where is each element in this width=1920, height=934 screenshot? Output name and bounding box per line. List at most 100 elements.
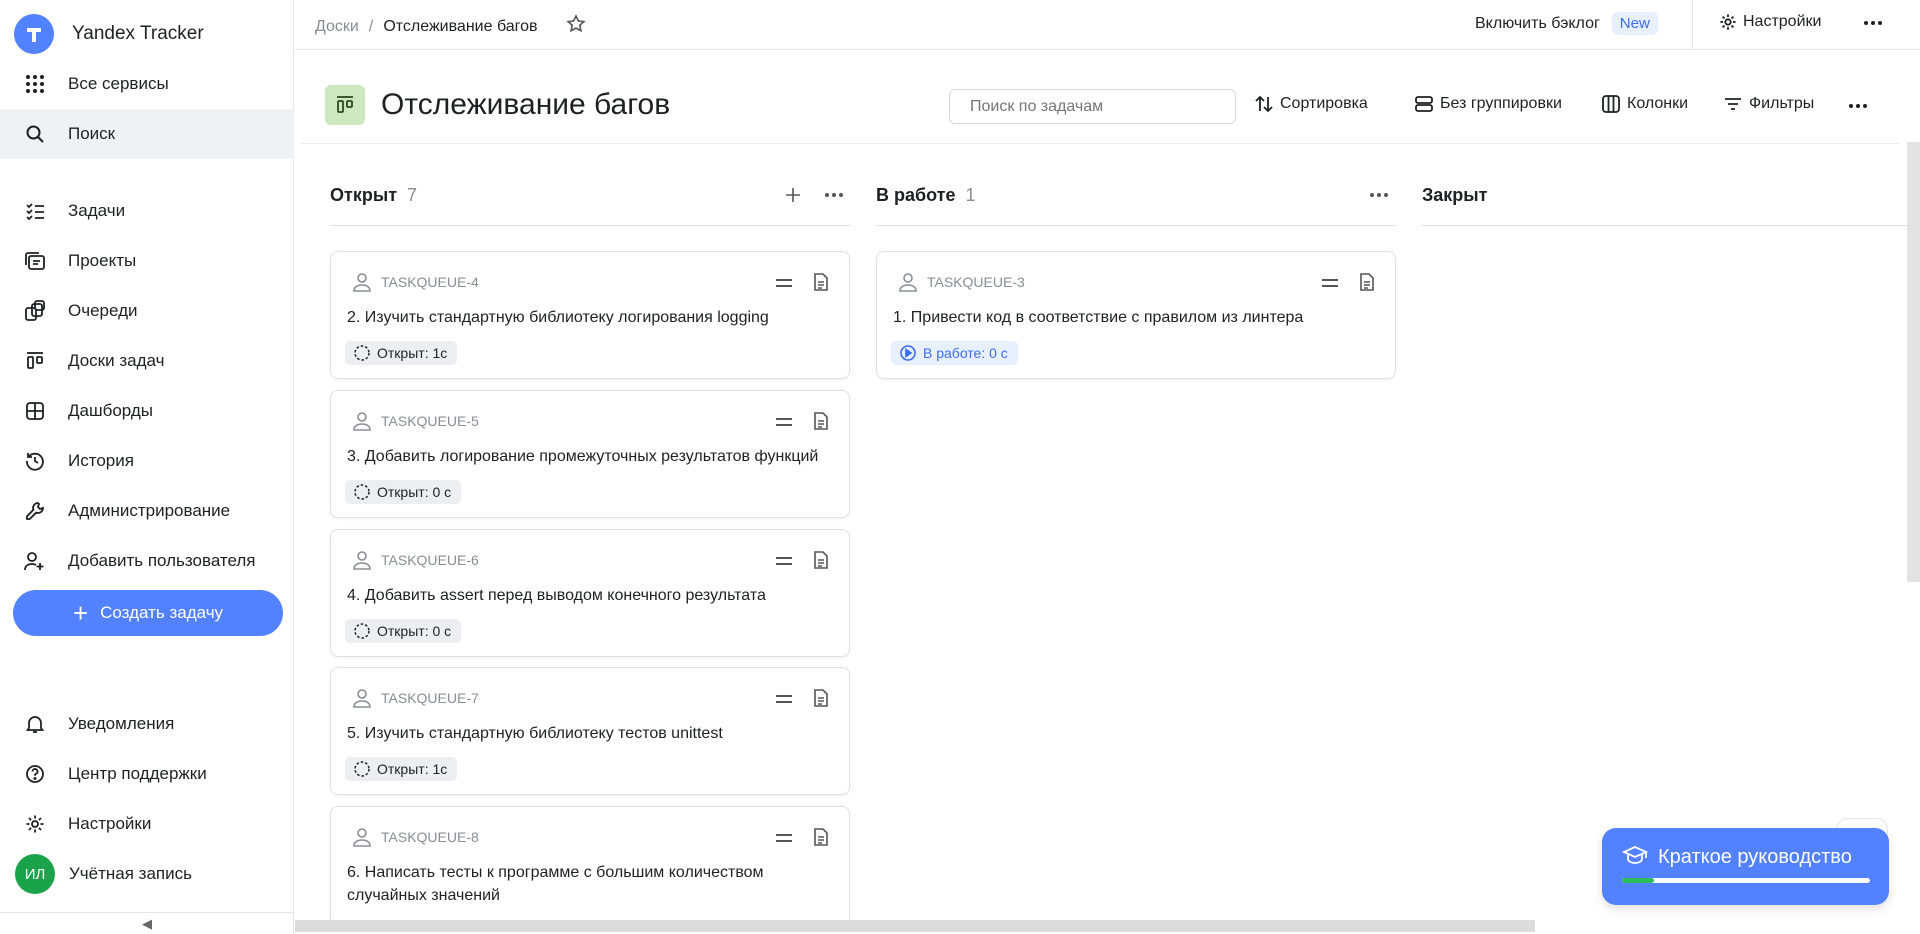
priority-icon: [775, 692, 793, 710]
breadcrumb-current: Отслеживание багов: [383, 17, 538, 35]
column-menu-button[interactable]: [1369, 186, 1389, 209]
grid-icon: [22, 71, 48, 97]
status-label: В работе: 0 с: [923, 345, 1008, 361]
help-icon: [22, 761, 48, 787]
column-count: 7: [407, 185, 418, 205]
collapse-sidebar-button[interactable]: ◀: [0, 912, 294, 934]
assignee-icon[interactable]: [897, 271, 919, 298]
assignee-icon[interactable]: [351, 549, 373, 576]
add-task-button[interactable]: [784, 186, 802, 209]
plus-icon: +: [72, 598, 89, 628]
page-title: Отслеживание багов: [381, 88, 671, 121]
columns-button[interactable]: Колонки: [1601, 94, 1688, 114]
sidebar-item-queues[interactable]: Очереди: [0, 286, 294, 336]
task-key[interactable]: TASKQUEUE-3: [927, 274, 1025, 290]
assignee-icon[interactable]: [351, 410, 373, 437]
breadcrumb-root[interactable]: Доски: [315, 18, 359, 36]
sidebar-item-admin[interactable]: Администрирование: [0, 486, 294, 536]
task-search-input[interactable]: [949, 89, 1236, 124]
create-task-label: Создать задачу: [100, 603, 224, 622]
task-title: 4. Добавить assert перед выводом конечно…: [347, 587, 766, 604]
sidebar-item-label: История: [68, 451, 134, 470]
priority-icon: [1321, 276, 1339, 294]
enable-backlog-button[interactable]: Включить бэклог New: [1475, 12, 1658, 35]
grouping-label: Без группировки: [1440, 95, 1562, 112]
status-label: Открыт: 1с: [377, 345, 448, 361]
status-badge: Открыт: 0 с: [345, 480, 462, 504]
task-card[interactable]: TASKQUEUE-7 5. Изучить стандартную библи…: [330, 667, 850, 795]
star-icon[interactable]: [565, 14, 586, 39]
backlog-label: Включить бэклог: [1475, 14, 1600, 32]
status-badge: Открыт: 0 с: [345, 619, 462, 643]
sidebar-item-tasks[interactable]: Задачи: [0, 186, 294, 236]
sidebar-item-settings[interactable]: Настройки: [0, 799, 294, 849]
sort-button[interactable]: Сортировка: [1254, 94, 1368, 114]
open-status-icon: [353, 344, 371, 362]
assignee-icon[interactable]: [351, 687, 373, 714]
graduation-cap-icon: [1621, 844, 1649, 873]
task-card[interactable]: TASKQUEUE-4 2. Изучить стандартную библи…: [330, 251, 850, 379]
sidebar-item-support[interactable]: Центр поддержки: [0, 749, 294, 799]
sidebar-item-label: Поиск: [68, 124, 116, 143]
sidebar-item-boards[interactable]: Доски задач: [0, 336, 294, 386]
history-icon: [22, 448, 48, 474]
task-title: 2. Изучить стандартную библиотеку логиро…: [347, 309, 769, 326]
collapse-arrow-icon: ◀: [142, 915, 152, 931]
task-key[interactable]: TASKQUEUE-8: [381, 829, 479, 845]
status-label: Открыт: 0 с: [377, 623, 452, 639]
sidebar-item-all-services[interactable]: Все сервисы: [0, 59, 294, 109]
columns-icon: [1602, 95, 1620, 113]
column-header-open: Открыт 7: [330, 185, 417, 206]
task-card[interactable]: TASKQUEUE-3 1. Привести код в соответств…: [876, 251, 1396, 379]
task-title: 1. Привести код в соответствие с правило…: [893, 309, 1304, 326]
settings-label: Настройки: [1743, 13, 1822, 30]
document-icon: [1359, 272, 1375, 297]
search-icon: [22, 121, 48, 147]
brand[interactable]: Yandex Tracker: [14, 14, 204, 54]
board-settings-button[interactable]: Настройки: [1719, 13, 1821, 31]
add-user-icon: [22, 548, 48, 574]
task-card[interactable]: TASKQUEUE-8 6. Написать тесты к программ…: [330, 806, 850, 920]
sidebar-item-projects[interactable]: Проекты: [0, 236, 294, 286]
assignee-icon[interactable]: [351, 826, 373, 853]
bell-icon: [22, 711, 48, 737]
more-menu-button[interactable]: [1863, 13, 1883, 38]
sort-label: Сортировка: [1280, 95, 1368, 112]
board-more-button[interactable]: [1848, 96, 1874, 116]
sidebar-item-history[interactable]: История: [0, 436, 294, 486]
status-badge: Открыт: 1с: [345, 757, 458, 781]
task-key[interactable]: TASKQUEUE-6: [381, 552, 479, 568]
task-card[interactable]: TASKQUEUE-5 3. Добавить логирование пром…: [330, 390, 850, 518]
document-icon: [813, 272, 829, 297]
filters-button[interactable]: Фильтры: [1723, 94, 1814, 114]
assignee-icon[interactable]: [351, 271, 373, 298]
vertical-scrollbar[interactable]: [1907, 142, 1920, 582]
sidebar-item-add-user[interactable]: Добавить пользователя: [0, 536, 294, 586]
brand-name: Yandex Tracker: [72, 23, 204, 44]
top-bar: Доски / Отслеживание багов Включить бэкл…: [295, 0, 1920, 50]
create-task-button[interactable]: + Создать задачу: [13, 590, 283, 636]
new-badge: New: [1611, 12, 1658, 35]
more-dots-icon: [825, 193, 843, 197]
horizontal-scrollbar[interactable]: [295, 920, 1535, 932]
task-title: 3. Добавить логирование промежуточных ре…: [347, 448, 819, 465]
task-card[interactable]: TASKQUEUE-6 4. Добавить assert перед выв…: [330, 529, 850, 657]
task-key[interactable]: TASKQUEUE-7: [381, 690, 479, 706]
task-key[interactable]: TASKQUEUE-5: [381, 413, 479, 429]
open-status-icon: [353, 483, 371, 501]
column-count: 1: [965, 185, 976, 205]
sidebar-item-search[interactable]: Поиск: [0, 109, 294, 159]
grouping-button[interactable]: Без группировки: [1414, 94, 1562, 114]
sidebar-item-dashboards[interactable]: Дашборды: [0, 386, 294, 436]
column-menu-button[interactable]: [824, 186, 844, 209]
quick-guide-button[interactable]: Краткое руководство: [1602, 828, 1889, 905]
sidebar-item-label: Очереди: [68, 301, 138, 320]
column-title: Открыт: [330, 185, 398, 205]
sidebar-item-label: Настройки: [68, 814, 152, 833]
task-key[interactable]: TASKQUEUE-4: [381, 274, 479, 290]
sidebar-item-account[interactable]: ИЛ Учётная запись: [0, 849, 294, 899]
board-icon: [325, 85, 365, 125]
priority-icon: [775, 831, 793, 849]
sidebar-item-notifications[interactable]: Уведомления: [0, 699, 294, 749]
gear-icon: [1720, 14, 1736, 30]
